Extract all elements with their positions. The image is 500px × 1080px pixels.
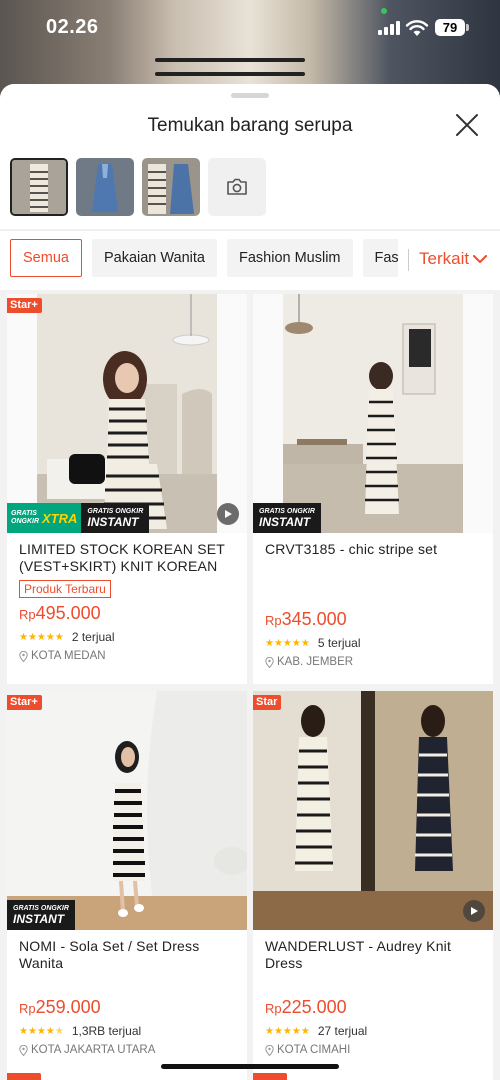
product-price: Rp259.000 [19,997,101,1017]
location-pin-icon [265,1044,274,1056]
divider [408,249,409,271]
chip-pakaian-wanita[interactable]: Pakaian Wanita [91,239,217,277]
filter-bar: Semua Pakaian Wanita Fashion Muslim Fash… [0,230,500,290]
shipping-badges: GRATIS ONGKIR INSTANT [7,900,75,930]
sold-count: 2 terjual [71,630,115,644]
location-pin-icon [19,650,28,662]
star-plus-badge: Star+ [7,695,42,710]
rating-row: ★★★★★ 1,3RB terjual [19,1024,235,1038]
shipping-badges: GRATIS ONGKIR INSTANT [253,503,321,533]
rating-row: ★★★★★ 5 terjual [265,636,481,650]
product-card[interactable]: Star WANDERLUST - Audrey Knit Dress Rp22… [253,691,493,1080]
location-pin-icon [19,1044,28,1056]
video-play-icon[interactable] [463,900,485,922]
product-grid: Star+ GRATIS ONGKIR XTRA GRATIS ONGKIR I… [7,294,493,1080]
gratis-ongkir-instant-badge: GRATIS ONGKIR INSTANT [253,503,321,533]
product-price: Rp225.000 [265,997,347,1017]
shop-location: KOTA MEDAN [19,650,235,662]
shop-location: KOTA JAKARTA UTARA [19,1044,235,1056]
product-image: Star [253,691,493,930]
product-image: Star+ GRATIS ONGKIR XTRA GRATIS ONGKIR I… [7,294,247,533]
product-title: WANDERLUST - Audrey Knit Dress [265,938,452,971]
chip-semua[interactable]: Semua [10,239,82,277]
product-card[interactable]: Star+ GRATIS ONGKIR XTRA GRATIS ONGKIR I… [7,294,247,684]
thumbnail-stripe-set[interactable] [10,158,68,216]
cellular-signal-icon [378,21,400,35]
location-pin-icon [265,656,274,668]
product-title: NOMI - Sola Set / Set Dress Wanita [19,938,200,971]
sold-count: 27 terjual [317,1024,368,1038]
backdrop-stripe [155,72,305,76]
chip-fashion[interactable]: Fash [362,239,398,277]
thumbnail-stripe-denim[interactable] [142,158,200,216]
rating-stars-icon: ★★★★★ [265,1025,310,1037]
rating-stars-icon: ★★★★★ [19,1025,64,1037]
rating-row: ★★★★★ 2 terjual [19,630,235,644]
rating-row: ★★★★★ 27 terjual [265,1024,481,1038]
gratis-ongkir-instant-badge: GRATIS ONGKIR INSTANT [81,503,150,533]
chevron-down-icon [473,254,488,263]
gratis-ongkir-xtra-badge: GRATIS ONGKIR XTRA [7,503,82,533]
camera-icon [227,178,247,195]
gratis-ongkir-instant-badge: GRATIS ONGKIR INSTANT [7,900,75,930]
close-icon[interactable] [455,113,479,137]
privacy-indicator-icon [381,8,387,14]
product-card[interactable]: GRATIS ONGKIR INSTANT CRVT3185 - chic st… [253,294,493,684]
product-card[interactable]: Star+ GRATIS ONGKIR INSTANT NOMI - Sola … [7,691,247,1080]
backdrop-stripe [155,58,305,62]
product-image: Star+ GRATIS ONGKIR INSTANT [7,691,247,930]
product-title: LIMITED STOCK KOREAN SET (VEST+SKIRT) KN… [19,541,225,574]
status-bar: 02.26 79 [0,0,500,56]
shop-location: KOTA CIMAHI [265,1044,481,1056]
sheet-title: Temukan barang serupa [147,115,353,136]
status-time: 02.26 [46,16,99,38]
reference-thumbnails [10,158,266,216]
sheet-grabber[interactable] [231,93,269,98]
shipping-badges: GRATIS ONGKIR XTRA GRATIS ONGKIR INSTANT [7,503,150,533]
next-row-badge [7,1073,41,1080]
battery-icon: 79 [435,19,465,36]
sold-count: 1,3RB terjual [71,1024,142,1038]
star-plus-badge: Star+ [7,298,42,313]
sort-label: Terkait [419,249,470,268]
sheet-header: Temukan barang serupa [0,84,500,229]
rating-stars-icon: ★★★★★ [265,637,310,649]
sold-count: 5 terjual [317,636,361,650]
product-price: Rp495.000 [19,603,101,623]
sort-dropdown[interactable]: Terkait [419,249,488,269]
chip-fashion-muslim[interactable]: Fashion Muslim [226,239,353,277]
rating-stars-icon: ★★★★★ [19,631,64,643]
battery-tip [466,24,469,31]
video-play-icon[interactable] [217,503,239,525]
product-image: GRATIS ONGKIR INSTANT [253,294,493,533]
new-product-tag: Produk Terbaru [19,580,111,598]
camera-search-button[interactable] [208,158,266,216]
product-title: CRVT3185 - chic stripe set [265,541,438,557]
thumbnail-denim-dress[interactable] [76,158,134,216]
similar-items-sheet: Temukan barang serupa Semua Pakaian Wani… [0,84,500,1080]
home-indicator[interactable] [161,1064,339,1069]
product-price: Rp345.000 [265,609,347,629]
star-badge: Star [253,695,282,710]
wifi-icon [405,20,429,36]
category-chips: Semua Pakaian Wanita Fashion Muslim Fash [10,239,398,277]
shop-location: KAB. JEMBER [265,656,481,668]
next-row-badge [253,1073,287,1080]
